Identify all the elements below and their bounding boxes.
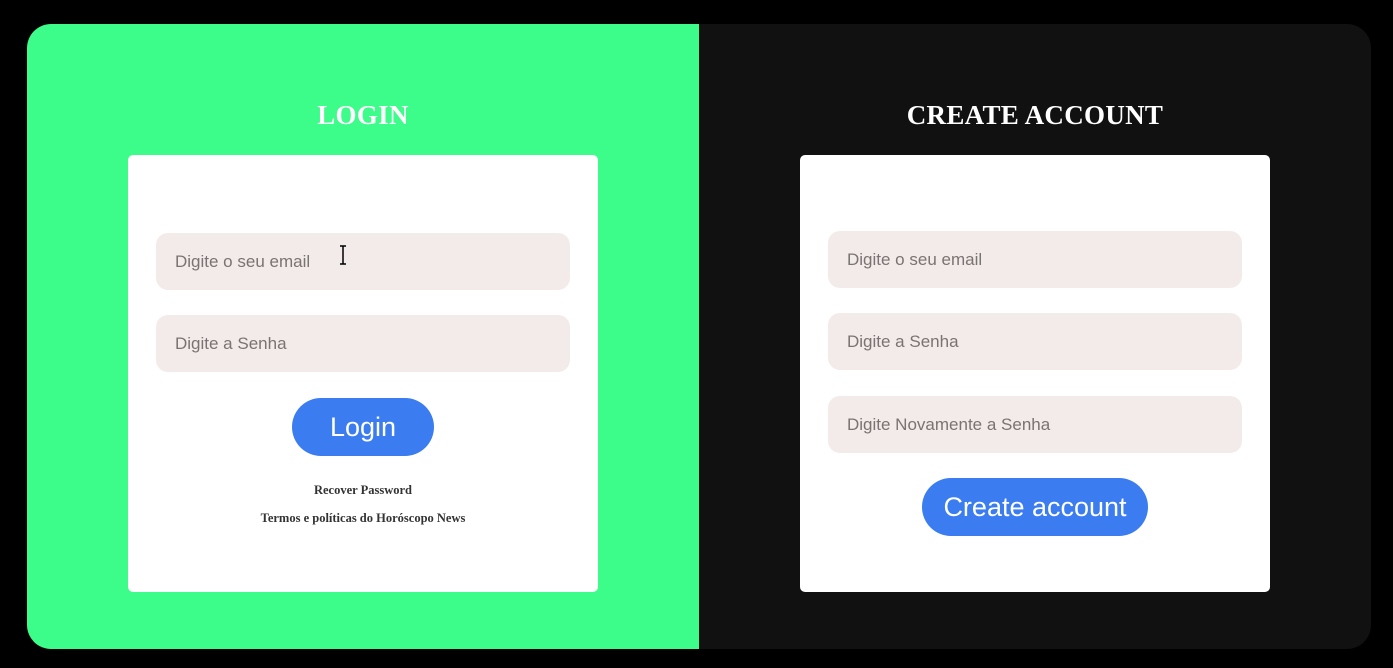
terms-link[interactable]: Termos e políticas do Horóscopo News xyxy=(128,511,598,526)
signup-password-input[interactable] xyxy=(828,313,1242,370)
auth-container: LOGIN Login Recover Password Termos e po… xyxy=(27,24,1371,649)
signup-email-input[interactable] xyxy=(828,231,1242,288)
login-panel: LOGIN Login Recover Password Termos e po… xyxy=(27,24,699,649)
login-email-input[interactable] xyxy=(156,233,570,290)
login-card: Login Recover Password Termos e política… xyxy=(128,155,598,592)
create-account-panel: CREATE ACCOUNT Create account xyxy=(699,24,1371,649)
create-account-button[interactable]: Create account xyxy=(922,478,1148,536)
text-cursor-icon xyxy=(340,245,346,265)
create-account-title: CREATE ACCOUNT xyxy=(906,100,1164,130)
login-button[interactable]: Login xyxy=(292,398,434,456)
login-password-input[interactable] xyxy=(156,315,570,372)
signup-confirm-password-input[interactable] xyxy=(828,396,1242,453)
create-account-card: Create account xyxy=(800,155,1270,592)
recover-password-link[interactable]: Recover Password xyxy=(128,483,598,498)
login-title: LOGIN xyxy=(317,100,409,130)
